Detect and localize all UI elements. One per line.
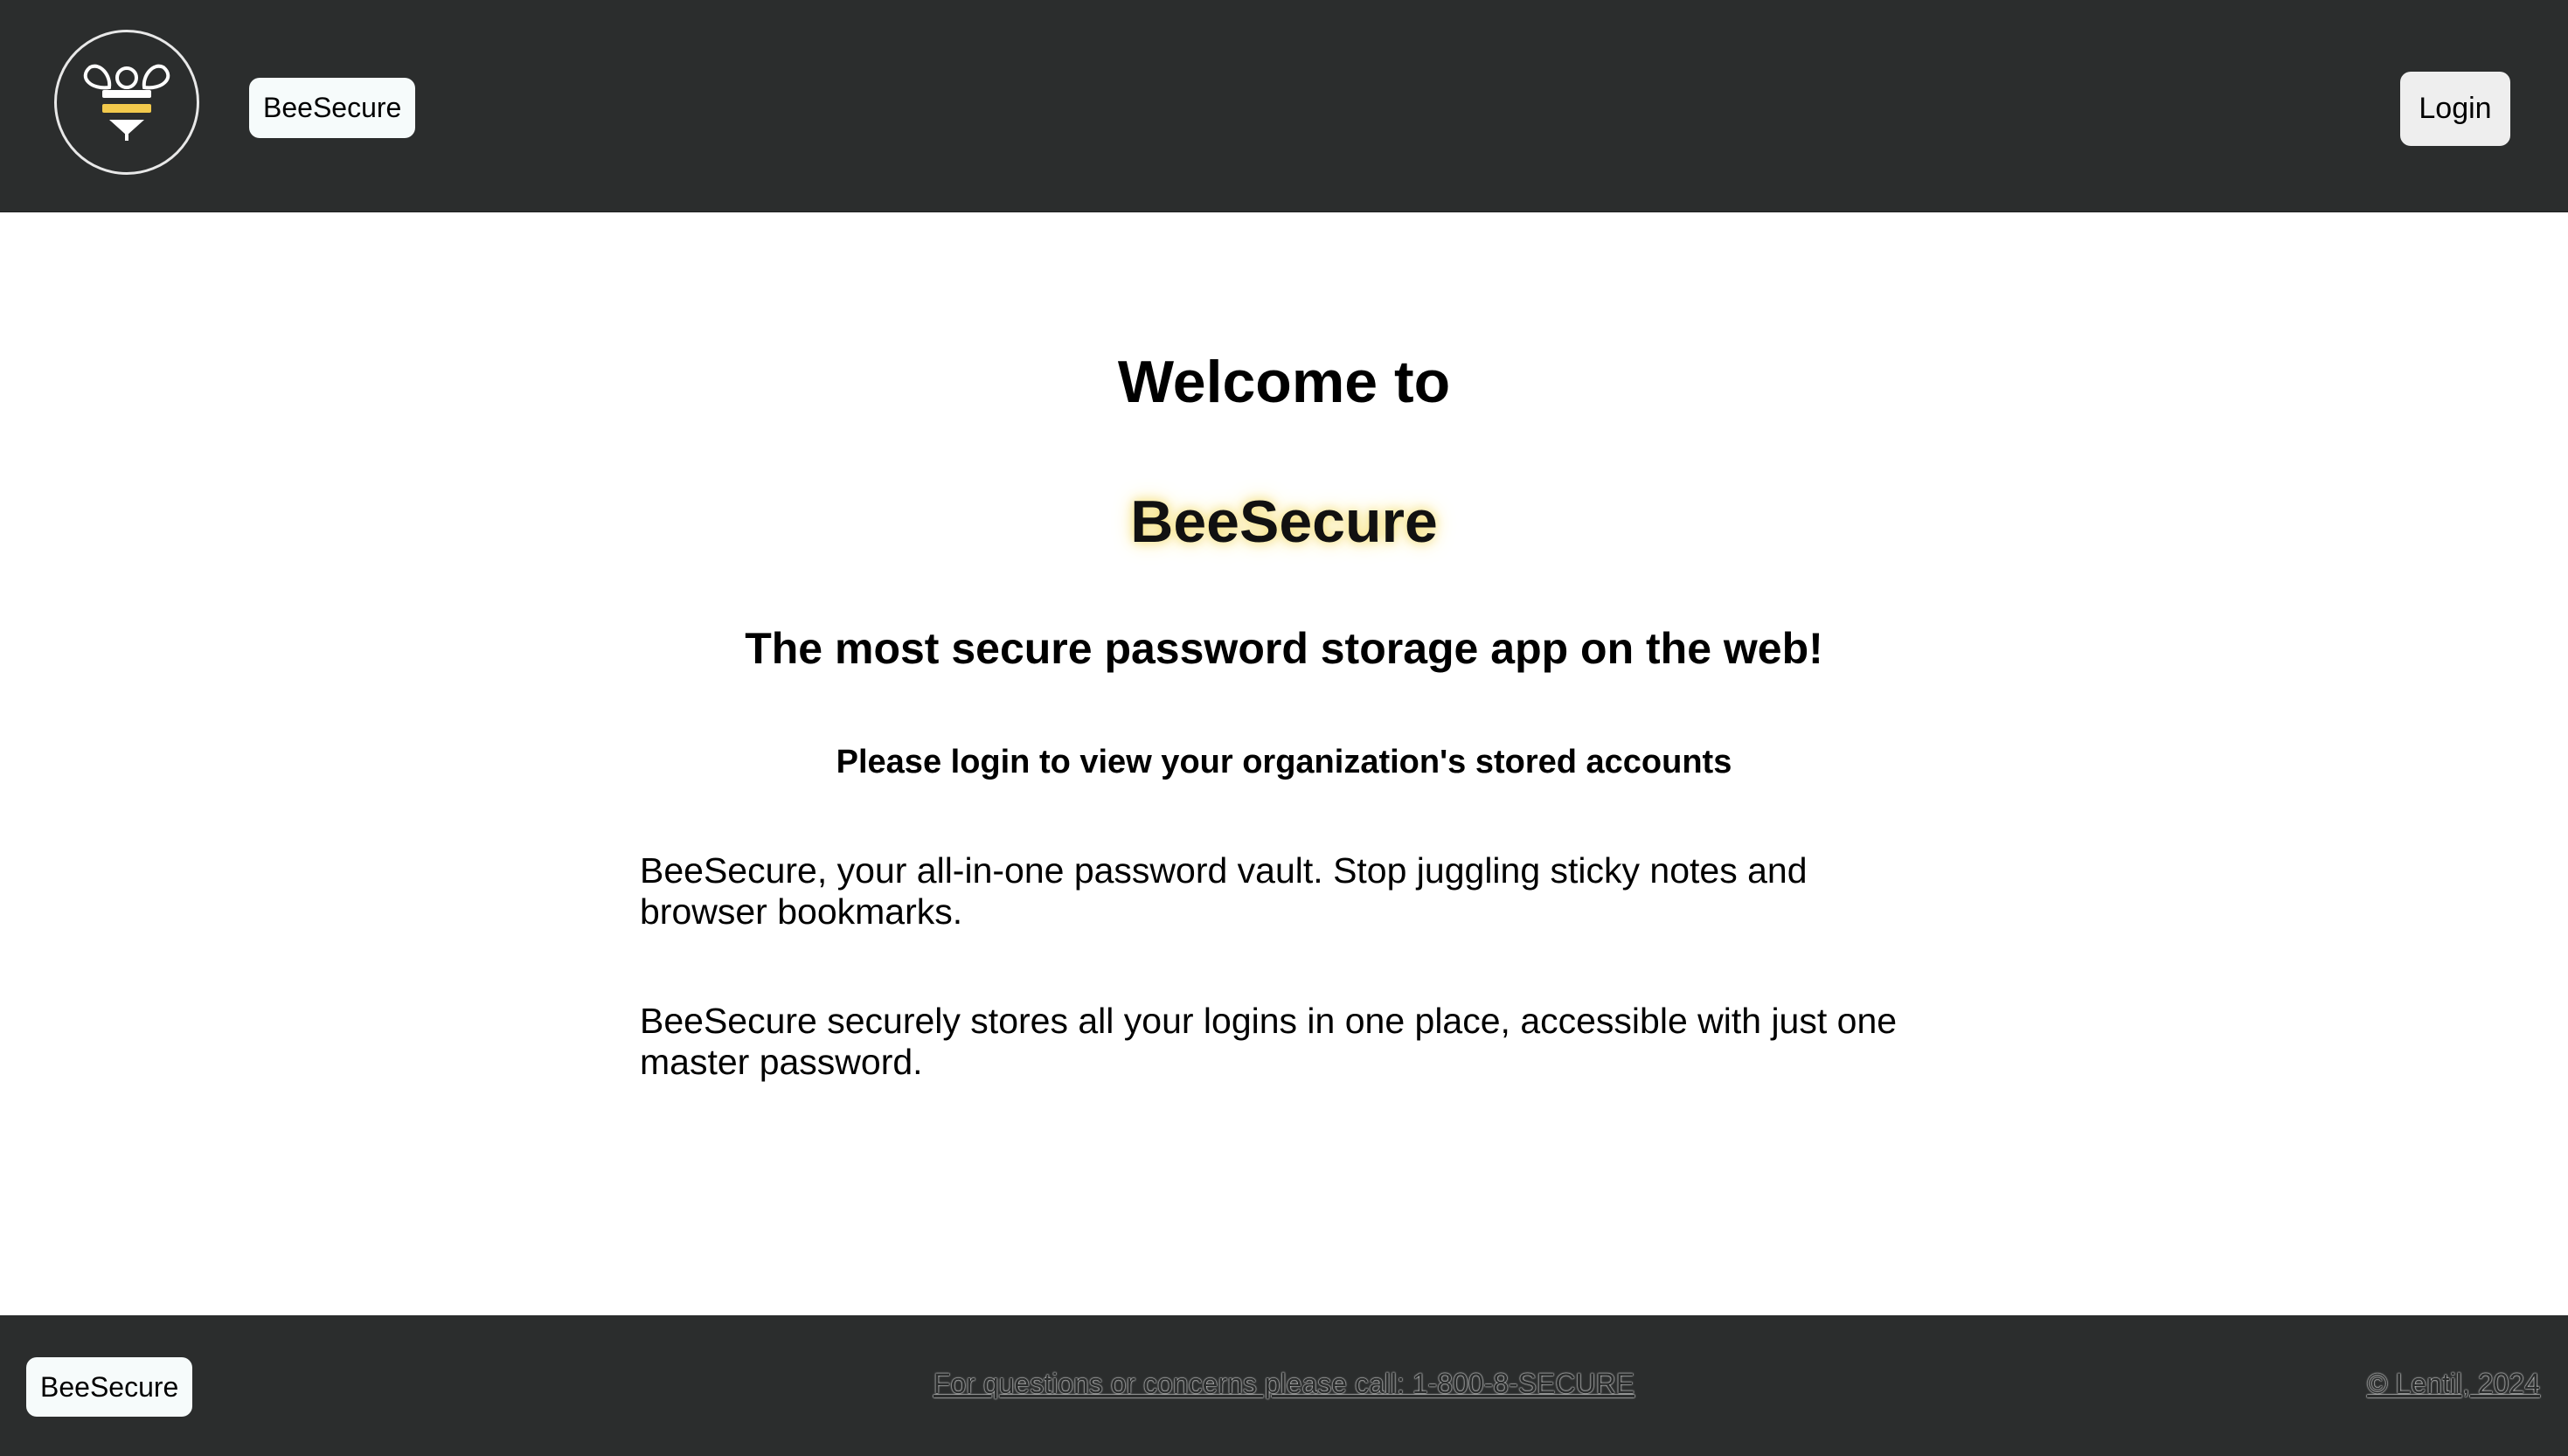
brand-title: BeeSecure — [1130, 489, 1438, 555]
footer: BeeSecure For questions or concerns plea… — [0, 1315, 2568, 1456]
login-prompt: Please login to view your organization's… — [836, 744, 1732, 780]
main-content: Welcome to BeeSecure The most secure pas… — [0, 212, 2568, 1315]
copyright-notice: © Lentil, 2024 — [2367, 1368, 2540, 1399]
bee-logo-icon[interactable] — [54, 30, 199, 175]
top-navigation-bar: BeeSecure Login — [0, 0, 2568, 212]
support-phone-link[interactable]: For questions or concerns please call: 1… — [0, 1368, 2568, 1400]
tagline: The most secure password storage app on … — [745, 624, 1823, 673]
brand-home-link[interactable]: BeeSecure — [249, 78, 416, 138]
description-paragraph: BeeSecure securely stores all your login… — [640, 1001, 1898, 1082]
description-paragraph: BeeSecure, your all-in-one password vaul… — [640, 850, 1808, 932]
login-button[interactable]: Login — [2400, 72, 2510, 146]
welcome-heading: Welcome to — [1117, 349, 1451, 415]
